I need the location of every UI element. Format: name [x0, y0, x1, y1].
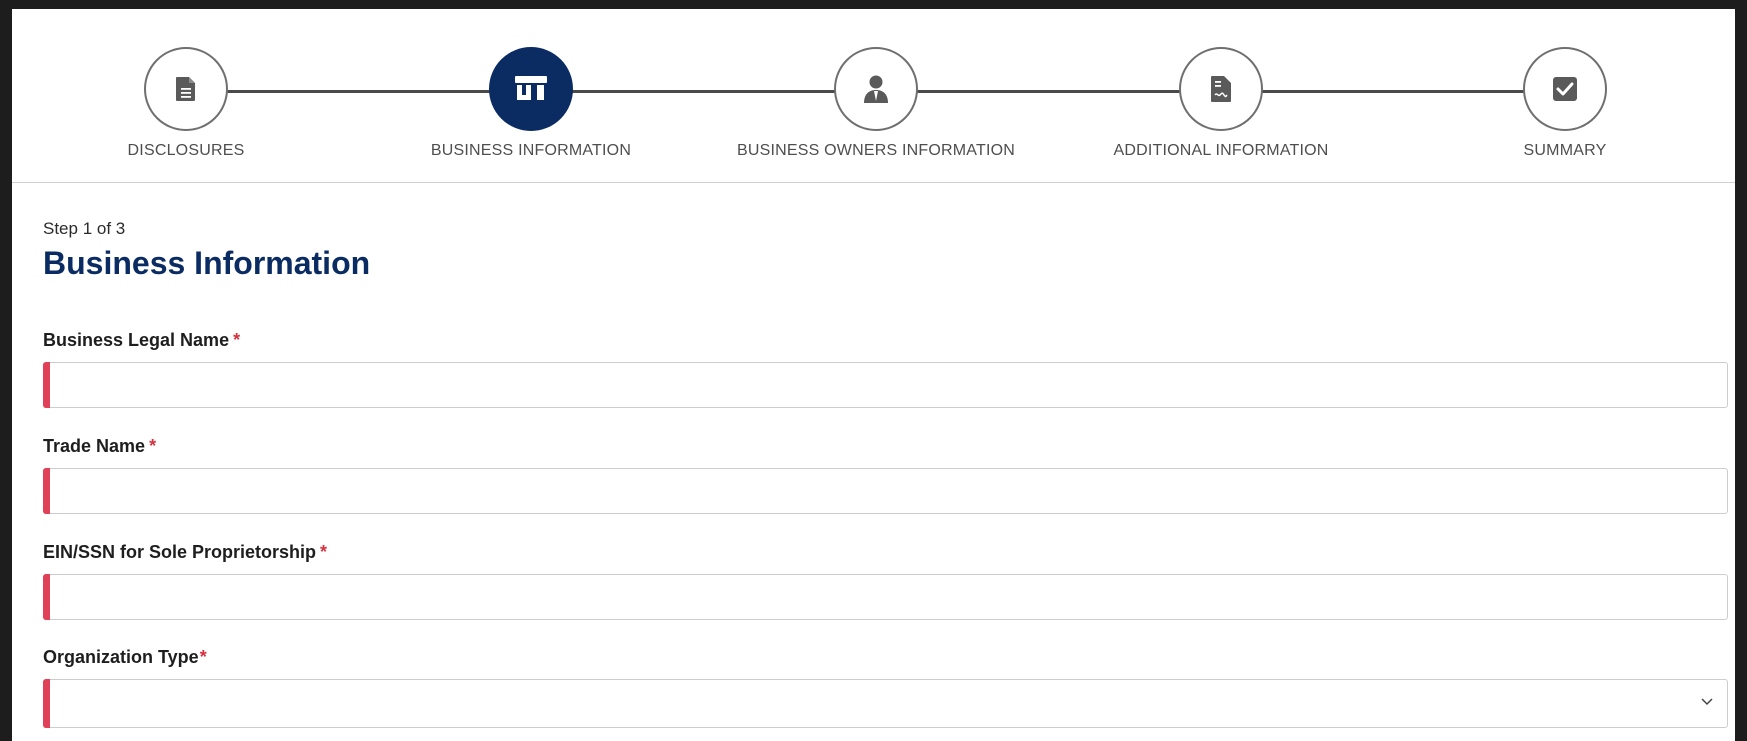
required-indicator: *: [199, 647, 207, 667]
step-business-owners-information[interactable]: BUSINESS OWNERS INFORMATION: [726, 47, 1026, 160]
required-indicator: *: [233, 330, 241, 350]
step-circle-additional-information: [1179, 47, 1263, 131]
step-label-summary: SUMMARY: [1523, 142, 1607, 159]
step-circle-disclosures: [144, 47, 228, 131]
required-field-marker: [43, 679, 50, 728]
app-frame: DISCLOSURES BUSINESS INFORMATION BUSINES…: [0, 0, 1747, 741]
required-field-marker: [43, 574, 50, 620]
person-suit-icon: [864, 75, 888, 103]
step-label-disclosures: DISCLOSURES: [127, 142, 245, 159]
trade-name-label-text: Trade Name: [43, 436, 146, 456]
document-icon: [176, 77, 195, 101]
required-field-marker: [43, 362, 50, 408]
required-field-marker: [43, 468, 50, 514]
form-header: Step 1 of 3 Business Information: [43, 219, 1735, 282]
business-legal-name-label: Business Legal Name *: [43, 330, 240, 351]
progress-stepper: DISCLOSURES BUSINESS INFORMATION BUSINES…: [12, 9, 1735, 183]
step-circle-summary: [1523, 47, 1607, 131]
step-summary[interactable]: SUMMARY: [1415, 47, 1715, 160]
business-legal-name-field[interactable]: [43, 362, 1728, 408]
chevron-down-icon[interactable]: [1699, 693, 1715, 709]
ein-ssn-input[interactable]: [58, 575, 1687, 619]
step-label-additional-information: ADDITIONAL INFORMATION: [1113, 142, 1329, 159]
organization-type-label: Organization Type*: [43, 647, 207, 668]
storefront-icon: [515, 76, 547, 100]
page-title: Business Information: [43, 245, 371, 281]
step-business-information[interactable]: BUSINESS INFORMATION: [381, 47, 681, 160]
ein-ssn-label-text: EIN/SSN for Sole Proprietorship: [43, 542, 317, 562]
organization-type-select[interactable]: [43, 679, 1728, 728]
step-counter: Step 1 of 3: [43, 219, 126, 238]
step-label-business-owners: BUSINESS OWNERS INFORMATION: [736, 142, 1015, 159]
signed-document-icon: [1211, 76, 1231, 102]
ein-ssn-field[interactable]: [43, 574, 1728, 620]
business-legal-name-label-text: Business Legal Name: [43, 330, 230, 350]
step-circle-business-owners: [834, 47, 918, 131]
ein-ssn-label: EIN/SSN for Sole Proprietorship *: [43, 542, 327, 563]
step-circle-business-information: [489, 47, 573, 131]
checkbox-icon: [1553, 77, 1577, 101]
business-legal-name-input[interactable]: [58, 363, 1687, 407]
trade-name-input[interactable]: [58, 469, 1687, 513]
required-indicator: *: [320, 542, 328, 562]
required-indicator: *: [149, 436, 157, 456]
step-disclosures[interactable]: DISCLOSURES: [36, 47, 336, 160]
step-label-business-information: BUSINESS INFORMATION: [430, 142, 632, 159]
trade-name-label: Trade Name *: [43, 436, 156, 457]
trade-name-field[interactable]: [43, 468, 1728, 514]
step-additional-information[interactable]: ADDITIONAL INFORMATION: [1071, 47, 1371, 160]
organization-type-label-text: Organization Type: [43, 647, 199, 667]
